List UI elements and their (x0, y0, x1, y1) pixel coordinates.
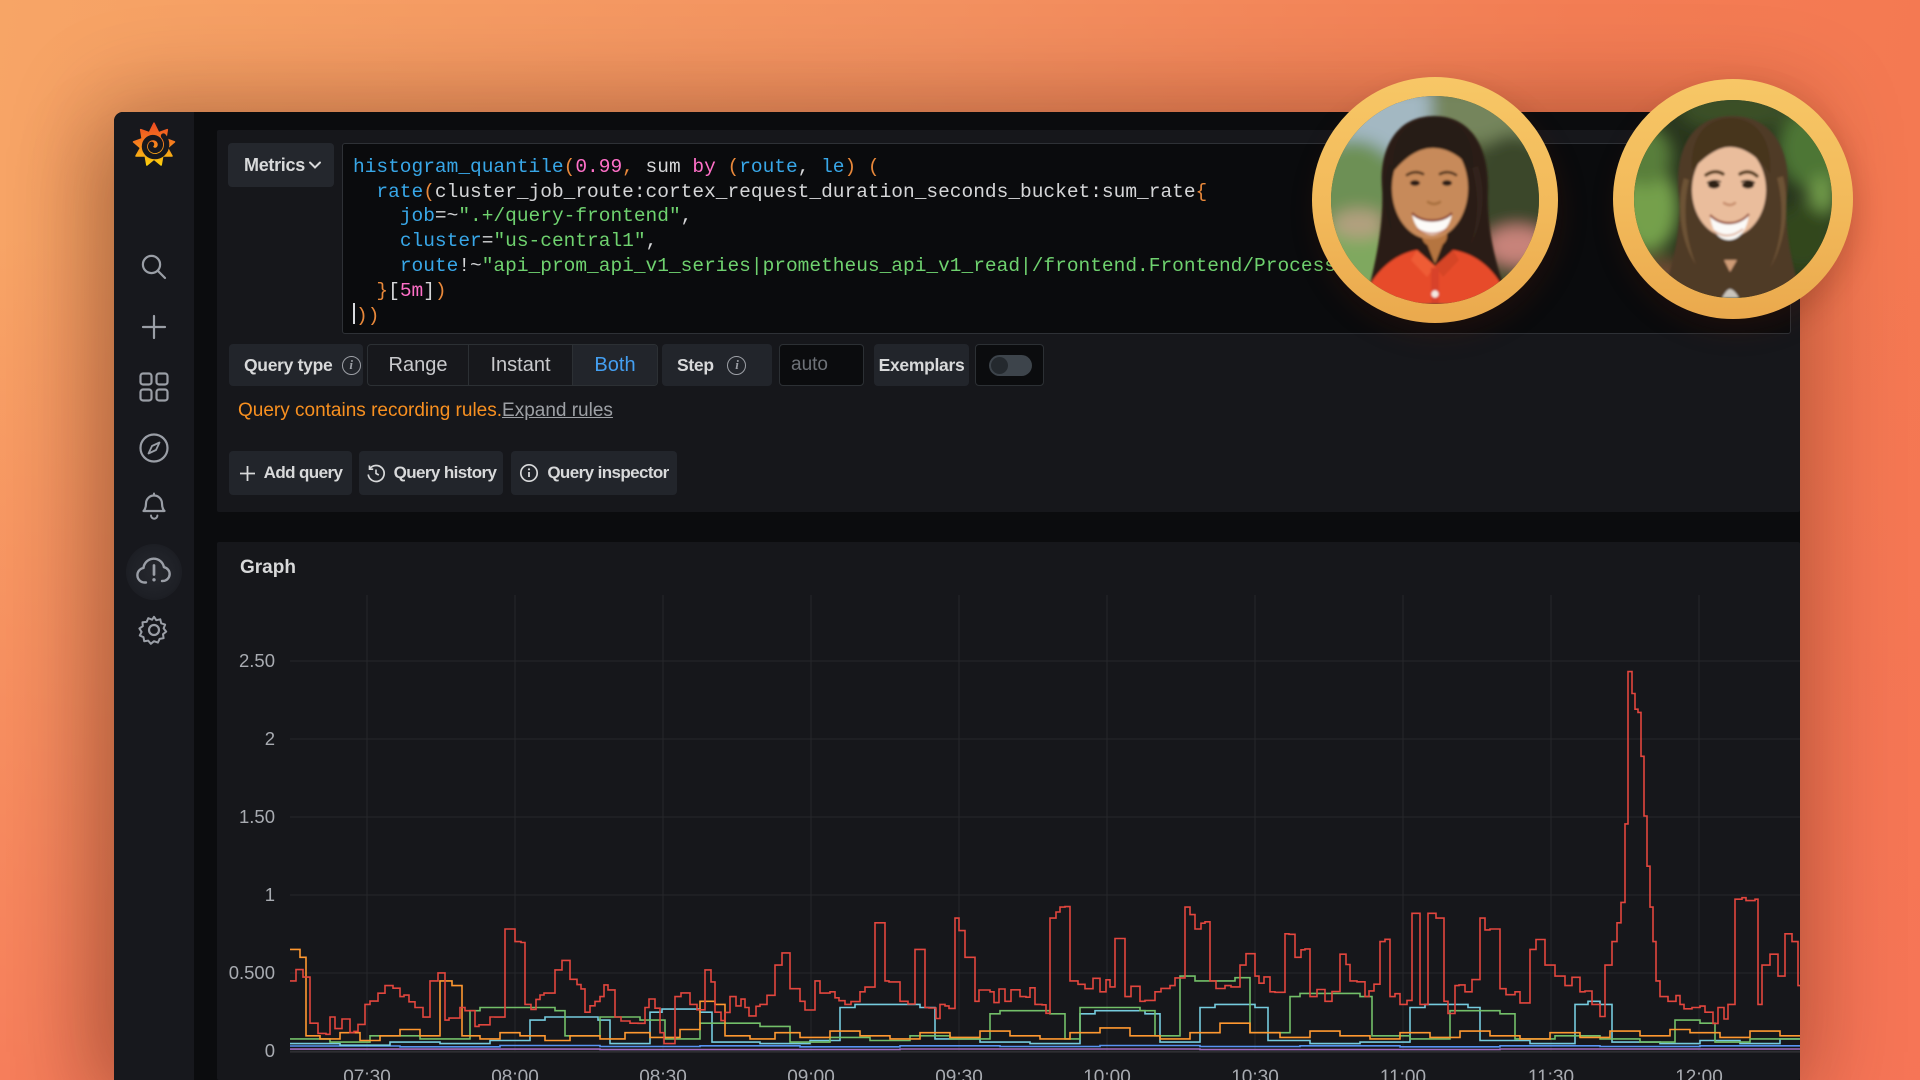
svg-text:12:00: 12:00 (1675, 1067, 1723, 1080)
svg-text:0: 0 (265, 1040, 275, 1061)
svg-text:10:00: 10:00 (1083, 1067, 1131, 1080)
svg-text:0.500: 0.500 (229, 962, 275, 983)
svg-text:08:00: 08:00 (491, 1067, 539, 1080)
svg-text:11:30: 11:30 (1528, 1067, 1574, 1080)
svg-text:1: 1 (265, 884, 275, 905)
svg-text:1.50: 1.50 (239, 806, 275, 827)
svg-text:08:30: 08:30 (639, 1067, 687, 1080)
svg-text:09:00: 09:00 (787, 1067, 835, 1080)
svg-text:2.50: 2.50 (239, 650, 275, 671)
svg-text:2: 2 (265, 728, 275, 749)
svg-text:11:00: 11:00 (1380, 1067, 1426, 1080)
svg-text:09:30: 09:30 (935, 1067, 983, 1080)
svg-text:10:30: 10:30 (1231, 1067, 1279, 1080)
svg-text:07:30: 07:30 (343, 1067, 391, 1080)
